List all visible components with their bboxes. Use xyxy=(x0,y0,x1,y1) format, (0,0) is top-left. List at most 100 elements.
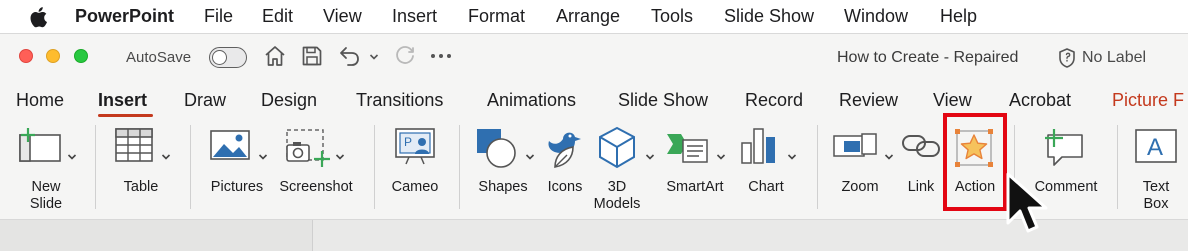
table-icon xyxy=(115,128,153,162)
new-slide-icon xyxy=(19,128,61,162)
new-comment-icon xyxy=(1045,129,1083,166)
tab-transitions[interactable]: Transitions xyxy=(356,90,443,110)
zoom-button[interactable]: Zoom xyxy=(828,123,898,213)
zoom-window-button[interactable] xyxy=(74,49,88,63)
tab-acrobat[interactable]: Acrobat xyxy=(1009,90,1071,110)
ribbon-separator xyxy=(95,125,96,209)
text-box-icon: A xyxy=(1135,129,1177,163)
chart-label: Chart xyxy=(748,179,784,195)
text-box-label-line2: Box xyxy=(1143,196,1169,212)
tab-picture-format[interactable]: Picture F xyxy=(1112,90,1184,110)
svg-text:A: A xyxy=(1147,134,1163,161)
tab-view[interactable]: View xyxy=(933,90,972,110)
icons-gallery-icon xyxy=(548,132,581,168)
icons-button[interactable]: Icons xyxy=(540,123,590,213)
pictures-chevron-icon[interactable] xyxy=(258,153,268,161)
table-button[interactable]: Table xyxy=(107,123,175,213)
3d-models-label-line2: Models xyxy=(593,196,641,212)
cameo-icon: P xyxy=(395,128,435,165)
undo-dropdown-chevron-icon[interactable] xyxy=(369,53,379,61)
3d-models-label-line1: 3D xyxy=(607,179,627,195)
smartart-icon xyxy=(667,134,708,163)
screenshot-label: Screenshot xyxy=(279,179,353,195)
menu-file[interactable]: File xyxy=(204,6,233,26)
chart-icon xyxy=(741,128,775,164)
menu-app-name[interactable]: PowerPoint xyxy=(75,6,174,26)
svg-text:P: P xyxy=(404,135,412,149)
shapes-label: Shapes xyxy=(478,179,528,195)
mouse-pointer-icon xyxy=(1006,172,1048,233)
table-chevron-icon[interactable] xyxy=(161,153,171,161)
link-button[interactable]: Link xyxy=(899,123,943,213)
ribbon-separator xyxy=(1117,125,1118,209)
cameo-label: Cameo xyxy=(391,179,439,195)
menu-slide-show[interactable]: Slide Show xyxy=(724,6,814,26)
menu-window[interactable]: Window xyxy=(844,6,908,26)
shapes-icon xyxy=(477,129,516,168)
more-options-icon[interactable] xyxy=(430,53,452,59)
home-icon[interactable] xyxy=(263,44,287,68)
ribbon-separator xyxy=(190,125,191,209)
zoom-label: Zoom xyxy=(841,179,879,195)
sensitivity-shield-icon[interactable] xyxy=(1058,47,1076,69)
menu-view[interactable]: View xyxy=(323,6,362,26)
cameo-button[interactable]: P Cameo xyxy=(385,123,445,213)
ribbon-separator xyxy=(817,125,818,209)
menu-insert[interactable]: Insert xyxy=(392,6,437,26)
shapes-chevron-icon[interactable] xyxy=(525,153,535,161)
smartart-label: SmartArt xyxy=(666,179,724,195)
save-icon[interactable] xyxy=(301,44,323,68)
screenshot-button[interactable]: Screenshot xyxy=(274,123,358,213)
tab-review[interactable]: Review xyxy=(839,90,898,110)
menu-bar: PowerPoint File Edit View Insert Format … xyxy=(0,0,1188,33)
zoom-slides-icon xyxy=(833,133,877,157)
tab-design[interactable]: Design xyxy=(261,90,317,110)
slide-thumbnail-pane[interactable] xyxy=(0,220,313,251)
tab-slide-show[interactable]: Slide Show xyxy=(618,90,708,110)
screenshot-chevron-icon[interactable] xyxy=(335,153,345,161)
redo-icon[interactable] xyxy=(393,44,417,68)
undo-icon[interactable] xyxy=(338,44,362,68)
smartart-chevron-icon[interactable] xyxy=(716,153,726,161)
3d-models-button[interactable]: 3D Models xyxy=(592,123,660,219)
chart-button[interactable]: Chart xyxy=(737,123,803,213)
pictures-button[interactable]: Pictures xyxy=(203,123,271,213)
apple-logo-icon[interactable] xyxy=(28,6,48,28)
table-label: Table xyxy=(123,179,159,195)
link-label: Link xyxy=(907,179,935,195)
text-box-label-line1: Text xyxy=(1142,179,1170,195)
menu-tools[interactable]: Tools xyxy=(651,6,693,26)
new-slide-label-line2: Slide xyxy=(29,196,63,212)
tab-draw[interactable]: Draw xyxy=(184,90,226,110)
tab-insert[interactable]: Insert xyxy=(98,90,147,110)
sensitivity-label[interactable]: No Label xyxy=(1082,49,1146,67)
menu-arrange[interactable]: Arrange xyxy=(556,6,620,26)
3d-models-chevron-icon[interactable] xyxy=(645,153,655,161)
close-window-button[interactable] xyxy=(19,49,33,63)
menu-help[interactable]: Help xyxy=(940,6,977,26)
pictures-label: Pictures xyxy=(210,179,264,195)
tab-animations[interactable]: Animations xyxy=(487,90,576,110)
menu-format[interactable]: Format xyxy=(468,6,525,26)
autosave-toggle[interactable] xyxy=(209,47,247,68)
active-tab-indicator xyxy=(98,114,153,117)
link-icon xyxy=(902,135,940,157)
shapes-button[interactable]: Shapes xyxy=(472,123,540,213)
3d-cube-icon xyxy=(599,126,635,169)
text-box-button[interactable]: A Text Box xyxy=(1128,123,1184,213)
new-slide-button[interactable]: New Slide xyxy=(10,123,82,213)
tab-record[interactable]: Record xyxy=(745,90,803,110)
screenshot-icon xyxy=(286,129,330,167)
tab-home[interactable]: Home xyxy=(16,90,64,110)
action-highlight-box xyxy=(943,113,1007,211)
smartart-button[interactable]: SmartArt xyxy=(662,123,738,213)
ribbon-separator xyxy=(374,125,375,209)
toggle-knob xyxy=(212,49,227,65)
pictures-icon xyxy=(210,130,250,160)
zoom-chevron-icon[interactable] xyxy=(884,153,894,161)
new-slide-label-line1: New xyxy=(31,179,61,195)
minimize-window-button[interactable] xyxy=(46,49,60,63)
menu-edit[interactable]: Edit xyxy=(262,6,293,26)
new-slide-chevron-icon[interactable] xyxy=(67,153,77,161)
chart-chevron-icon[interactable] xyxy=(787,153,797,161)
